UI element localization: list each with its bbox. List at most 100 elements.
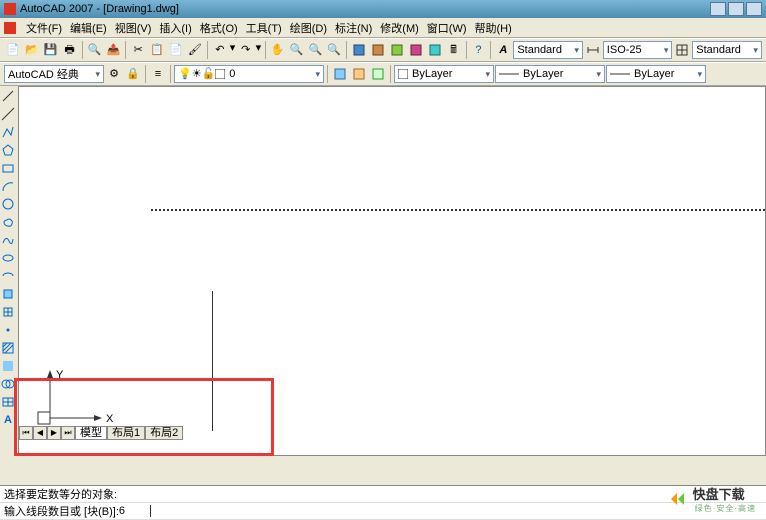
menu-edit[interactable]: 编辑(E) <box>66 18 111 38</box>
calc-button[interactable]: 🖩 <box>445 41 463 59</box>
ellipse-tool[interactable] <box>0 250 16 266</box>
menu-dimension[interactable]: 标注(N) <box>331 18 376 38</box>
polygon-tool[interactable] <box>0 142 16 158</box>
watermark-subtext: 绿色·安全·高速 <box>695 503 756 514</box>
menu-insert[interactable]: 插入(I) <box>155 18 195 38</box>
drawn-vertical-line <box>212 291 213 431</box>
print-button[interactable]: 🖶 <box>61 41 79 59</box>
arc-tool[interactable] <box>0 178 16 194</box>
maximize-button[interactable] <box>728 2 744 16</box>
match-button[interactable]: 🖌 <box>186 41 204 59</box>
text-style-icon[interactable]: A <box>494 41 512 59</box>
layout-tabs: ⏮ ◀ ▶ ⏭ 模型 布局1 布局2 <box>19 425 183 441</box>
redo-button[interactable]: ↷ <box>237 41 255 59</box>
undo-dropdown[interactable]: ▾ <box>230 41 236 59</box>
revision-cloud-tool[interactable] <box>0 214 16 230</box>
save-button[interactable]: 💾 <box>42 41 60 59</box>
paste-button[interactable]: 📄 <box>167 41 185 59</box>
menu-window[interactable]: 窗口(W) <box>423 18 471 38</box>
sheet-set-button[interactable] <box>407 41 425 59</box>
tab-model[interactable]: 模型 <box>75 426 107 440</box>
table-style-combo[interactable]: Standard▾ <box>692 41 762 59</box>
window-title: AutoCAD 2007 - [Drawing1.dwg] <box>20 3 179 15</box>
zoom-previous-button[interactable]: 🔍 <box>325 41 343 59</box>
insert-block-tool[interactable] <box>0 286 16 302</box>
region-tool[interactable] <box>0 376 16 392</box>
menu-format[interactable]: 格式(O) <box>196 18 242 38</box>
menu-draw[interactable]: 绘图(D) <box>286 18 331 38</box>
copy-button[interactable]: 📋 <box>148 41 166 59</box>
properties-button[interactable] <box>350 41 368 59</box>
drawn-horizontal-dashed-line <box>151 209 765 211</box>
app-icon <box>4 3 16 15</box>
drawing-area[interactable]: Y X ⏮ ◀ ▶ ⏭ 模型 布局1 布局2 <box>18 86 766 456</box>
menu-tools[interactable]: 工具(T) <box>242 18 286 38</box>
command-line-panel: 选择要定数等分的对象: 输入线段数目或 [块(B)]: <box>0 485 766 520</box>
spline-tool[interactable] <box>0 232 16 248</box>
help-button[interactable]: ? <box>470 41 488 59</box>
text-cursor <box>150 505 151 517</box>
app-icon-small <box>4 22 16 34</box>
standard-toolbar: 📄 📂 💾 🖶 🔍 📤 ✂ 📋 📄 🖌 ↶ ▾ ↷ ▾ ✋ 🔍 🔍 🔍 🖩 ? … <box>0 38 766 62</box>
markup-button[interactable] <box>426 41 444 59</box>
zoom-realtime-button[interactable]: 🔍 <box>288 41 306 59</box>
cut-button[interactable]: ✂ <box>129 41 147 59</box>
point-tool[interactable] <box>0 322 16 338</box>
workspace-lock-button[interactable]: 🔒 <box>124 65 142 83</box>
dim-style-icon[interactable] <box>584 41 602 59</box>
redo-dropdown[interactable]: ▾ <box>256 41 262 59</box>
menu-help[interactable]: 帮助(H) <box>471 18 516 38</box>
tab-nav-prev[interactable]: ◀ <box>33 426 47 440</box>
hatch-tool[interactable] <box>0 340 16 356</box>
table-style-icon[interactable] <box>673 41 691 59</box>
layer-iso-button[interactable] <box>369 65 387 83</box>
polyline-tool[interactable] <box>0 124 16 140</box>
lightbulb-icon: 💡 <box>178 69 192 80</box>
linetype-combo[interactable]: ByLayer▾ <box>495 65 605 83</box>
lock-icon: 🔓 <box>202 69 216 80</box>
layer-color-swatch <box>215 69 225 79</box>
minimize-button[interactable] <box>710 2 726 16</box>
ucs-x-label: X <box>106 413 114 425</box>
layers-toolbar: AutoCAD 经典▾ ⚙ 🔒 ≡ 💡 ☀ 🔓 0 ▾ ByLayer▾ ByL… <box>0 62 766 86</box>
tool-palettes-button[interactable] <box>388 41 406 59</box>
tab-nav-last[interactable]: ⏭ <box>61 426 75 440</box>
menu-view[interactable]: 视图(V) <box>111 18 156 38</box>
undo-button[interactable]: ↶ <box>211 41 229 59</box>
workspace-combo[interactable]: AutoCAD 经典▾ <box>4 65 104 83</box>
line-tool[interactable] <box>0 88 16 104</box>
new-button[interactable]: 📄 <box>4 41 22 59</box>
plot-preview-button[interactable]: 🔍 <box>86 41 104 59</box>
dim-style-combo[interactable]: ISO-25▾ <box>603 41 673 59</box>
gradient-tool[interactable] <box>0 358 16 374</box>
close-button[interactable] <box>746 2 762 16</box>
ellipse-arc-tool[interactable] <box>0 268 16 284</box>
layer-state-button[interactable] <box>350 65 368 83</box>
mtext-tool[interactable]: A <box>0 412 16 428</box>
text-style-combo[interactable]: Standard▾ <box>513 41 583 59</box>
layer-previous-button[interactable] <box>331 65 349 83</box>
make-block-tool[interactable] <box>0 304 16 320</box>
rectangle-tool[interactable] <box>0 160 16 176</box>
menu-modify[interactable]: 修改(M) <box>376 18 423 38</box>
zoom-window-button[interactable]: 🔍 <box>306 41 324 59</box>
tab-layout1[interactable]: 布局1 <box>107 426 145 440</box>
circle-tool[interactable] <box>0 196 16 212</box>
menu-file[interactable]: 文件(F) <box>22 18 66 38</box>
layer-combo[interactable]: 💡 ☀ 🔓 0 ▾ <box>174 65 324 83</box>
tab-layout2[interactable]: 布局2 <box>145 426 183 440</box>
pan-button[interactable]: ✋ <box>269 41 287 59</box>
tab-nav-next[interactable]: ▶ <box>47 426 61 440</box>
color-combo[interactable]: ByLayer▾ <box>394 65 494 83</box>
table-tool[interactable] <box>0 394 16 410</box>
lineweight-combo[interactable]: ByLayer▾ <box>606 65 706 83</box>
designcenter-button[interactable] <box>369 41 387 59</box>
workspace-settings-button[interactable]: ⚙ <box>105 65 123 83</box>
layer-manager-button[interactable]: ≡ <box>149 65 167 83</box>
tab-nav-first[interactable]: ⏮ <box>19 426 33 440</box>
construction-line-tool[interactable] <box>0 106 16 122</box>
open-button[interactable]: 📂 <box>23 41 41 59</box>
command-input[interactable] <box>119 505 149 517</box>
command-input-row[interactable]: 输入线段数目或 [块(B)]: <box>0 503 766 520</box>
publish-button[interactable]: 📤 <box>104 41 122 59</box>
